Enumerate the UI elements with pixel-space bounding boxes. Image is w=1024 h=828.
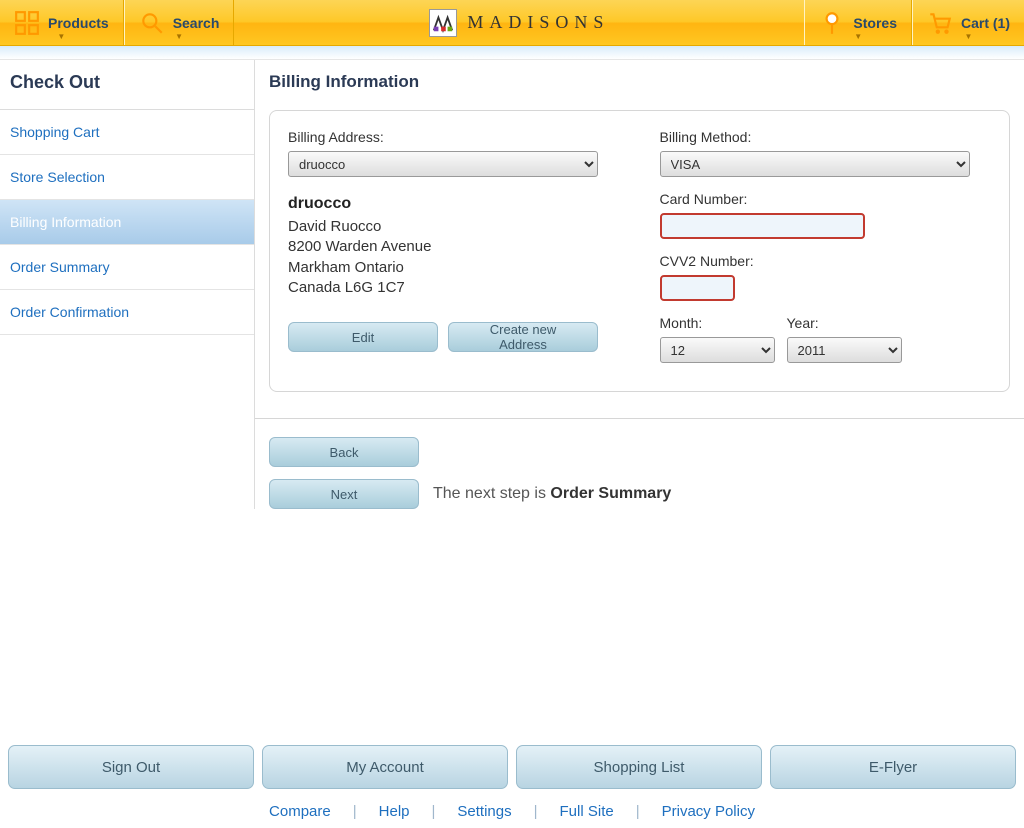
chevron-down-icon: ▼ — [854, 32, 862, 41]
billing-method-col: Billing Method: VISA Card Number: CVV2 N… — [660, 129, 992, 363]
search-icon — [139, 10, 165, 36]
next-button[interactable]: Next — [269, 479, 419, 509]
address-name: druocco — [288, 195, 620, 213]
header-bar: Products ▼ Search ▼ MADISONS Stores ▼ Ca… — [0, 0, 1024, 46]
brand-name: MADISONS — [467, 12, 609, 33]
logo-mark-icon — [429, 9, 457, 37]
create-address-button[interactable]: Create new Address — [448, 322, 598, 352]
footer-link-compare[interactable]: Compare — [269, 803, 331, 820]
chevron-down-icon: ▼ — [175, 32, 183, 41]
search-menu[interactable]: Search ▼ — [124, 0, 235, 45]
products-label: Products — [48, 16, 109, 30]
cvv-input[interactable] — [660, 275, 735, 301]
cart-icon — [927, 10, 953, 36]
month-select[interactable]: 12 — [660, 337, 775, 363]
separator: | — [432, 803, 436, 820]
billing-method-label: Billing Method: — [660, 129, 992, 145]
divider — [255, 418, 1024, 419]
separator: | — [534, 803, 538, 820]
cart-label: Cart (1) — [961, 16, 1010, 30]
card-number-label: Card Number: — [660, 191, 992, 207]
year-select[interactable]: 2011 — [787, 337, 902, 363]
sign-out-button[interactable]: Sign Out — [8, 745, 254, 789]
sidebar-item-billing-information[interactable]: Billing Information — [0, 200, 254, 245]
chevron-down-icon: ▼ — [57, 32, 65, 41]
address-line-2: 8200 Warden Avenue — [288, 237, 620, 257]
next-step-prefix: The next step is — [433, 485, 550, 502]
edit-address-button[interactable]: Edit — [288, 322, 438, 352]
cvv-label: CVV2 Number: — [660, 253, 992, 269]
brand-logo[interactable]: MADISONS — [429, 9, 609, 37]
stores-label: Stores — [853, 16, 897, 30]
main-content: Billing Information Billing Address: dru… — [255, 60, 1024, 509]
footer-link-privacy[interactable]: Privacy Policy — [662, 803, 755, 820]
my-account-button[interactable]: My Account — [262, 745, 508, 789]
footer-links: Compare | Help | Settings | Full Site | … — [8, 803, 1016, 820]
separator: | — [353, 803, 357, 820]
next-step-hint: The next step is Order Summary — [433, 485, 671, 503]
year-label: Year: — [787, 315, 902, 331]
sidebar-item-store-selection[interactable]: Store Selection — [0, 155, 254, 200]
search-label: Search — [173, 16, 220, 30]
address-line-4: Canada L6G 1C7 — [288, 278, 620, 298]
billing-address-col: Billing Address: druocco druocco David R… — [288, 129, 620, 363]
footer-link-full-site[interactable]: Full Site — [560, 803, 614, 820]
month-label: Month: — [660, 315, 775, 331]
pin-icon — [819, 10, 845, 36]
sidebar-item-order-confirmation[interactable]: Order Confirmation — [0, 290, 254, 335]
billing-panel: Billing Address: druocco druocco David R… — [269, 110, 1010, 392]
back-button[interactable]: Back — [269, 437, 419, 467]
products-menu[interactable]: Products ▼ — [0, 0, 124, 45]
sub-band — [0, 46, 1024, 60]
stores-menu[interactable]: Stores ▼ — [804, 0, 912, 45]
checkout-sidebar: Check Out Shopping Cart Store Selection … — [0, 60, 255, 509]
cart-menu[interactable]: Cart (1) ▼ — [912, 0, 1024, 45]
billing-address-select[interactable]: druocco — [288, 151, 598, 177]
footer: Sign Out My Account Shopping List E-Flye… — [0, 737, 1024, 828]
next-step-name: Order Summary — [550, 485, 671, 502]
card-number-input[interactable] — [660, 213, 865, 239]
sidebar-title: Check Out — [0, 60, 254, 110]
shopping-list-button[interactable]: Shopping List — [516, 745, 762, 789]
address-line-3: Markham Ontario — [288, 258, 620, 278]
sidebar-item-order-summary[interactable]: Order Summary — [0, 245, 254, 290]
footer-link-help[interactable]: Help — [379, 803, 410, 820]
chevron-down-icon: ▼ — [965, 32, 973, 41]
eflyer-button[interactable]: E-Flyer — [770, 745, 1016, 789]
billing-address-label: Billing Address: — [288, 129, 620, 145]
page-title: Billing Information — [269, 72, 1010, 92]
billing-method-select[interactable]: VISA — [660, 151, 970, 177]
header-center: MADISONS — [234, 0, 804, 45]
sidebar-item-shopping-cart[interactable]: Shopping Cart — [0, 110, 254, 155]
grid-icon — [14, 10, 40, 36]
separator: | — [636, 803, 640, 820]
address-line-1: David Ruocco — [288, 217, 620, 237]
footer-link-settings[interactable]: Settings — [457, 803, 511, 820]
